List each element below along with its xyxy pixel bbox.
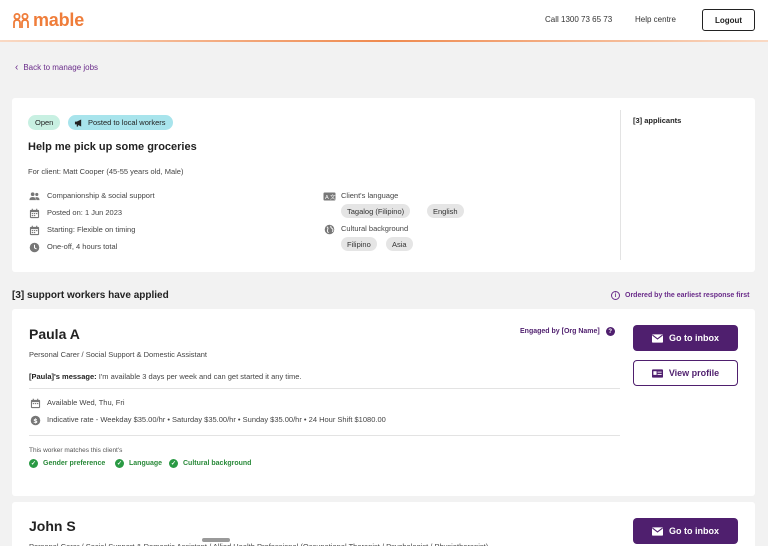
applied-heading: [3] support workers have applied <box>12 290 169 301</box>
culture-label: Cultural background <box>341 224 409 233</box>
back-label: Back to manage jobs <box>23 63 99 72</box>
engaged-by: Engaged by [Org Name] ? <box>520 327 615 336</box>
info-icon: i <box>611 291 620 300</box>
mable-logo-icon <box>13 12 29 28</box>
language-icon: A文 <box>323 191 336 202</box>
job-title: Help me pick up some groceries <box>28 141 197 153</box>
order-note: i Ordered by the earliest response first <box>611 291 750 300</box>
question-icon[interactable]: ? <box>605 327 615 336</box>
back-to-jobs-link[interactable]: ‹ Back to manage jobs <box>15 62 98 73</box>
chevron-left-icon: ‹ <box>15 62 19 73</box>
go-to-inbox-button[interactable]: Go to inbox <box>633 518 738 544</box>
applicants-count: [3] applicants <box>633 116 682 125</box>
calendar-icon <box>29 208 40 219</box>
globe-icon <box>324 224 335 235</box>
profile-card-icon <box>651 368 663 378</box>
posted-on: Posted on: 1 Jun 2023 <box>47 208 123 217</box>
posted-badge: Posted to local workers <box>68 115 173 130</box>
availability: Available Wed, Thu, Fri <box>47 398 125 407</box>
svg-text:文: 文 <box>330 193 336 201</box>
message-prefix: [Paula]'s message: <box>29 372 97 381</box>
logo-text: mable <box>33 10 85 30</box>
match-gender: ✓ Gender preference <box>29 459 105 468</box>
culture-chip: Filipino <box>341 237 377 251</box>
megaphone-icon <box>74 118 82 127</box>
go-to-inbox-label: Go to inbox <box>669 333 719 343</box>
calendar-icon <box>30 398 41 409</box>
service-type: Companionship & social support <box>47 191 155 200</box>
match-culture: ✓ Cultural background <box>169 459 251 468</box>
worker-name[interactable]: John S <box>29 518 76 534</box>
frequency: One-off, 4 hours total <box>47 242 118 251</box>
clock-icon <box>29 242 40 253</box>
horizontal-scrollbar[interactable] <box>202 538 230 542</box>
message-text: I'm available 3 days per week and can ge… <box>96 372 302 381</box>
view-profile-button[interactable]: View profile <box>633 360 738 386</box>
worker-name[interactable]: Paula A <box>29 326 80 342</box>
match-label: Gender preference <box>43 460 106 467</box>
match-label: Language <box>129 460 163 467</box>
engaged-text: Engaged by [Org Name] <box>520 328 600 335</box>
job-card-divider <box>620 110 621 260</box>
match-language: ✓ Language <box>115 459 162 468</box>
mail-icon <box>652 333 663 343</box>
indicative-rate: Indicative rate - Weekday $35.00/hr • Sa… <box>47 415 386 424</box>
go-to-inbox-label: Go to inbox <box>669 526 719 536</box>
go-to-inbox-button[interactable]: Go to inbox <box>633 325 738 351</box>
calendar-icon <box>29 225 40 236</box>
mail-icon <box>652 526 663 536</box>
culture-chip: Asia <box>386 237 413 251</box>
people-icon <box>29 191 40 202</box>
starting: Starting: Flexible on timing <box>47 225 136 234</box>
worker-message: [Paula]'s message: I'm available 3 days … <box>29 372 302 381</box>
posted-badge-label: Posted to local workers <box>88 118 166 127</box>
order-note-text: Ordered by the earliest response first <box>625 292 750 299</box>
view-profile-label: View profile <box>668 368 720 378</box>
check-icon: ✓ <box>29 459 38 468</box>
match-intro: This worker matches this client's <box>29 447 123 454</box>
divider <box>29 435 620 436</box>
status-badge: Open <box>28 115 61 130</box>
help-centre-link[interactable]: Help centre <box>635 15 676 24</box>
call-link[interactable]: Call 1300 73 65 73 <box>545 15 612 24</box>
header-divider <box>0 40 768 42</box>
language-chip: Tagalog (Filipino) <box>341 204 411 218</box>
dollar-icon: $ <box>30 415 41 426</box>
language-label: Client's language <box>341 191 399 200</box>
svg-text:$: $ <box>33 417 38 425</box>
mable-logo[interactable]: mable <box>12 10 84 31</box>
client-info: For client: Matt Cooper (45-55 years old… <box>28 167 184 176</box>
language-chip: English <box>427 204 464 218</box>
match-label: Cultural background <box>183 460 252 467</box>
check-icon: ✓ <box>115 459 124 468</box>
worker-role: Personal Carer / Social Support & Domest… <box>29 350 207 359</box>
logout-button[interactable]: Logout <box>702 9 755 31</box>
check-icon: ✓ <box>169 459 178 468</box>
divider <box>29 388 620 389</box>
top-header: mable Call 1300 73 65 73 Help centre Log… <box>0 0 768 41</box>
svg-text:A: A <box>325 195 329 201</box>
worker-role: Personal Carer / Social Support & Domest… <box>29 542 589 546</box>
